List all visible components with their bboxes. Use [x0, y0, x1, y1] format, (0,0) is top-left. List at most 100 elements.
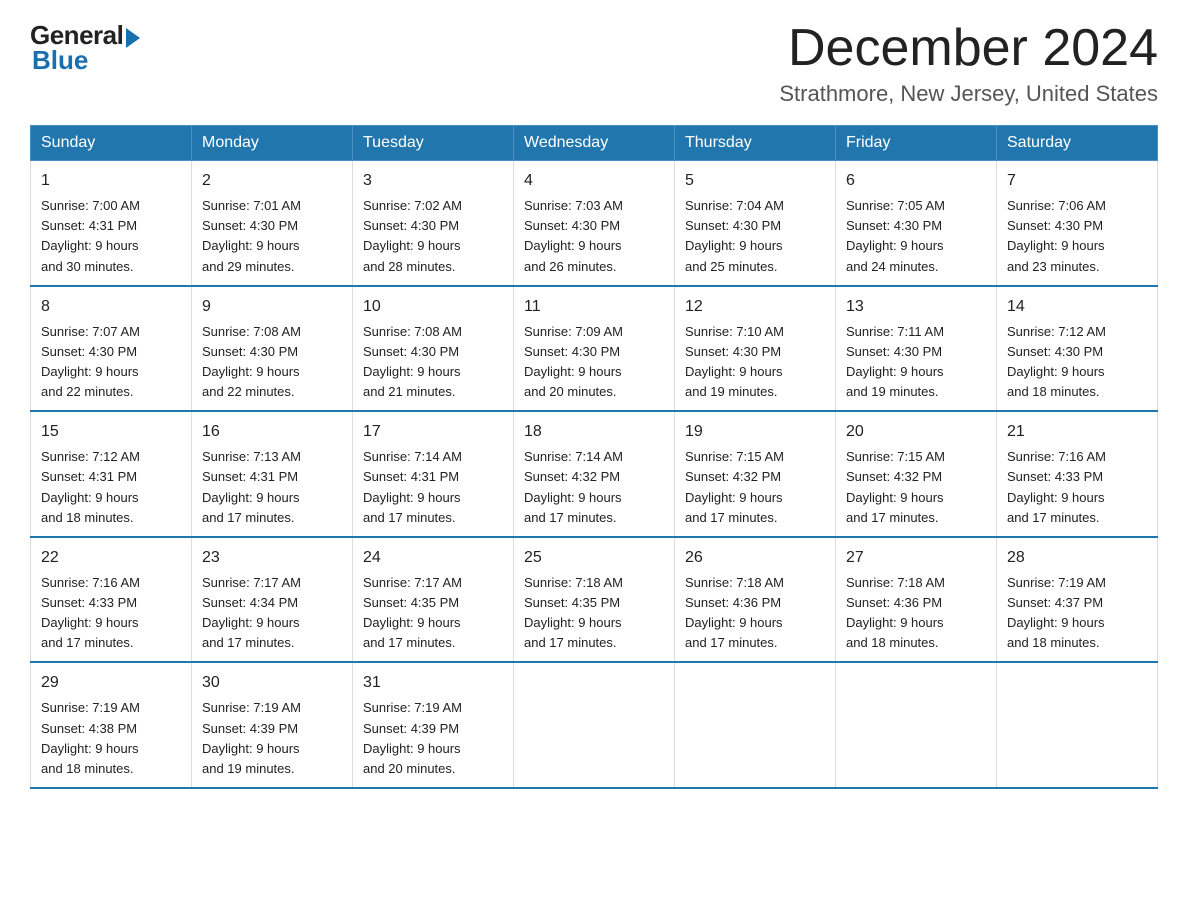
day-info: Sunrise: 7:05 AMSunset: 4:30 PMDaylight:…: [846, 196, 986, 277]
calendar-day-cell: [997, 662, 1158, 788]
calendar-week-row: 22Sunrise: 7:16 AMSunset: 4:33 PMDayligh…: [31, 537, 1158, 663]
day-number: 24: [363, 546, 503, 570]
calendar-day-cell: [675, 662, 836, 788]
calendar-day-cell: 21 Sunrise: 7:16 AMSunset: 4:33 PMDayligh…: [997, 411, 1158, 537]
day-info: Sunrise: 7:12 AMSunset: 4:31 PMDaylight:…: [41, 447, 181, 528]
calendar-week-row: 29 Sunrise: 7:19 AMSunset: 4:38 PMDayligh…: [31, 662, 1158, 788]
calendar-week-row: 15 Sunrise: 7:12 AMSunset: 4:31 PMDayligh…: [31, 411, 1158, 537]
day-info: Sunrise: 7:18 AMSunset: 4:35 PMDaylight:…: [524, 573, 664, 654]
calendar-header: Sunday Monday Tuesday Wednesday Thursday…: [31, 126, 1158, 161]
calendar-day-cell: 28 Sunrise: 7:19 AMSunset: 4:37 PMDayligh…: [997, 537, 1158, 663]
calendar-day-cell: 8 Sunrise: 7:07 AMSunset: 4:30 PMDaylight…: [31, 286, 192, 412]
day-info: Sunrise: 7:01 AMSunset: 4:30 PMDaylight:…: [202, 196, 342, 277]
header-row: Sunday Monday Tuesday Wednesday Thursday…: [31, 126, 1158, 161]
calendar-day-cell: 20Sunrise: 7:15 AMSunset: 4:32 PMDayligh…: [836, 411, 997, 537]
day-number: 2: [202, 169, 342, 193]
day-number: 9: [202, 295, 342, 319]
day-info: Sunrise: 7:07 AMSunset: 4:30 PMDaylight:…: [41, 322, 181, 403]
day-number: 4: [524, 169, 664, 193]
calendar-week-row: 1Sunrise: 7:00 AMSunset: 4:31 PMDaylight…: [31, 161, 1158, 286]
day-number: 10: [363, 295, 503, 319]
col-monday: Monday: [192, 126, 353, 161]
calendar-day-cell: 22Sunrise: 7:16 AMSunset: 4:33 PMDayligh…: [31, 537, 192, 663]
day-info: Sunrise: 7:10 AMSunset: 4:30 PMDaylight:…: [685, 322, 825, 403]
day-number: 25: [524, 546, 664, 570]
calendar-day-cell: 12 Sunrise: 7:10 AMSunset: 4:30 PMDayligh…: [675, 286, 836, 412]
day-number: 15: [41, 420, 181, 444]
calendar-day-cell: 19 Sunrise: 7:15 AMSunset: 4:32 PMDayligh…: [675, 411, 836, 537]
calendar-day-cell: 15 Sunrise: 7:12 AMSunset: 4:31 PMDayligh…: [31, 411, 192, 537]
day-info: Sunrise: 7:04 AMSunset: 4:30 PMDaylight:…: [685, 196, 825, 277]
month-title: December 2024: [779, 20, 1158, 77]
page-header: General Blue December 2024 Strathmore, N…: [30, 20, 1158, 107]
day-number: 6: [846, 169, 986, 193]
calendar-day-cell: 5 Sunrise: 7:04 AMSunset: 4:30 PMDaylight…: [675, 161, 836, 286]
day-number: 22: [41, 546, 181, 570]
calendar-day-cell: 10 Sunrise: 7:08 AMSunset: 4:30 PMDayligh…: [353, 286, 514, 412]
day-info: Sunrise: 7:02 AMSunset: 4:30 PMDaylight:…: [363, 196, 503, 277]
title-area: December 2024 Strathmore, New Jersey, Un…: [779, 20, 1158, 107]
col-wednesday: Wednesday: [514, 126, 675, 161]
day-number: 17: [363, 420, 503, 444]
calendar-day-cell: 31Sunrise: 7:19 AMSunset: 4:39 PMDayligh…: [353, 662, 514, 788]
day-info: Sunrise: 7:17 AMSunset: 4:35 PMDaylight:…: [363, 573, 503, 654]
day-number: 28: [1007, 546, 1147, 570]
calendar-day-cell: 11Sunrise: 7:09 AMSunset: 4:30 PMDayligh…: [514, 286, 675, 412]
day-number: 29: [41, 671, 181, 695]
day-info: Sunrise: 7:18 AMSunset: 4:36 PMDaylight:…: [846, 573, 986, 654]
calendar-day-cell: 9 Sunrise: 7:08 AMSunset: 4:30 PMDaylight…: [192, 286, 353, 412]
day-number: 5: [685, 169, 825, 193]
day-info: Sunrise: 7:18 AMSunset: 4:36 PMDaylight:…: [685, 573, 825, 654]
calendar-day-cell: 23 Sunrise: 7:17 AMSunset: 4:34 PMDayligh…: [192, 537, 353, 663]
logo-blue-text: Blue: [32, 45, 88, 76]
day-info: Sunrise: 7:08 AMSunset: 4:30 PMDaylight:…: [202, 322, 342, 403]
day-info: Sunrise: 7:08 AMSunset: 4:30 PMDaylight:…: [363, 322, 503, 403]
calendar-day-cell: 13 Sunrise: 7:11 AMSunset: 4:30 PMDayligh…: [836, 286, 997, 412]
day-number: 23: [202, 546, 342, 570]
calendar-day-cell: 17Sunrise: 7:14 AMSunset: 4:31 PMDayligh…: [353, 411, 514, 537]
calendar-day-cell: 2 Sunrise: 7:01 AMSunset: 4:30 PMDaylight…: [192, 161, 353, 286]
day-number: 3: [363, 169, 503, 193]
calendar-week-row: 8 Sunrise: 7:07 AMSunset: 4:30 PMDaylight…: [31, 286, 1158, 412]
calendar-day-cell: 16 Sunrise: 7:13 AMSunset: 4:31 PMDayligh…: [192, 411, 353, 537]
logo-arrow-icon: [126, 28, 140, 48]
day-number: 26: [685, 546, 825, 570]
day-number: 31: [363, 671, 503, 695]
day-number: 8: [41, 295, 181, 319]
day-number: 21: [1007, 420, 1147, 444]
calendar-day-cell: 18 Sunrise: 7:14 AMSunset: 4:32 PMDayligh…: [514, 411, 675, 537]
day-info: Sunrise: 7:19 AMSunset: 4:37 PMDaylight:…: [1007, 573, 1147, 654]
calendar-day-cell: 14Sunrise: 7:12 AMSunset: 4:30 PMDayligh…: [997, 286, 1158, 412]
col-tuesday: Tuesday: [353, 126, 514, 161]
calendar-day-cell: [514, 662, 675, 788]
day-number: 12: [685, 295, 825, 319]
day-info: Sunrise: 7:14 AMSunset: 4:32 PMDaylight:…: [524, 447, 664, 528]
calendar-day-cell: 7Sunrise: 7:06 AMSunset: 4:30 PMDaylight…: [997, 161, 1158, 286]
day-info: Sunrise: 7:11 AMSunset: 4:30 PMDaylight:…: [846, 322, 986, 403]
day-info: Sunrise: 7:15 AMSunset: 4:32 PMDaylight:…: [685, 447, 825, 528]
day-number: 14: [1007, 295, 1147, 319]
calendar-day-cell: [836, 662, 997, 788]
calendar-day-cell: 26 Sunrise: 7:18 AMSunset: 4:36 PMDayligh…: [675, 537, 836, 663]
col-saturday: Saturday: [997, 126, 1158, 161]
col-friday: Friday: [836, 126, 997, 161]
day-info: Sunrise: 7:13 AMSunset: 4:31 PMDaylight:…: [202, 447, 342, 528]
calendar-day-cell: 1Sunrise: 7:00 AMSunset: 4:31 PMDaylight…: [31, 161, 192, 286]
calendar-day-cell: 30Sunrise: 7:19 AMSunset: 4:39 PMDayligh…: [192, 662, 353, 788]
day-info: Sunrise: 7:19 AMSunset: 4:39 PMDaylight:…: [202, 698, 342, 779]
day-number: 19: [685, 420, 825, 444]
calendar-day-cell: 25 Sunrise: 7:18 AMSunset: 4:35 PMDayligh…: [514, 537, 675, 663]
col-thursday: Thursday: [675, 126, 836, 161]
day-number: 13: [846, 295, 986, 319]
calendar-table: Sunday Monday Tuesday Wednesday Thursday…: [30, 125, 1158, 789]
day-number: 16: [202, 420, 342, 444]
calendar-day-cell: 24 Sunrise: 7:17 AMSunset: 4:35 PMDayligh…: [353, 537, 514, 663]
day-info: Sunrise: 7:03 AMSunset: 4:30 PMDaylight:…: [524, 196, 664, 277]
day-info: Sunrise: 7:19 AMSunset: 4:38 PMDaylight:…: [41, 698, 181, 779]
day-number: 18: [524, 420, 664, 444]
calendar-body: 1Sunrise: 7:00 AMSunset: 4:31 PMDaylight…: [31, 161, 1158, 788]
day-info: Sunrise: 7:15 AMSunset: 4:32 PMDaylight:…: [846, 447, 986, 528]
day-number: 1: [41, 169, 181, 193]
day-info: Sunrise: 7:17 AMSunset: 4:34 PMDaylight:…: [202, 573, 342, 654]
day-info: Sunrise: 7:16 AMSunset: 4:33 PMDaylight:…: [1007, 447, 1147, 528]
